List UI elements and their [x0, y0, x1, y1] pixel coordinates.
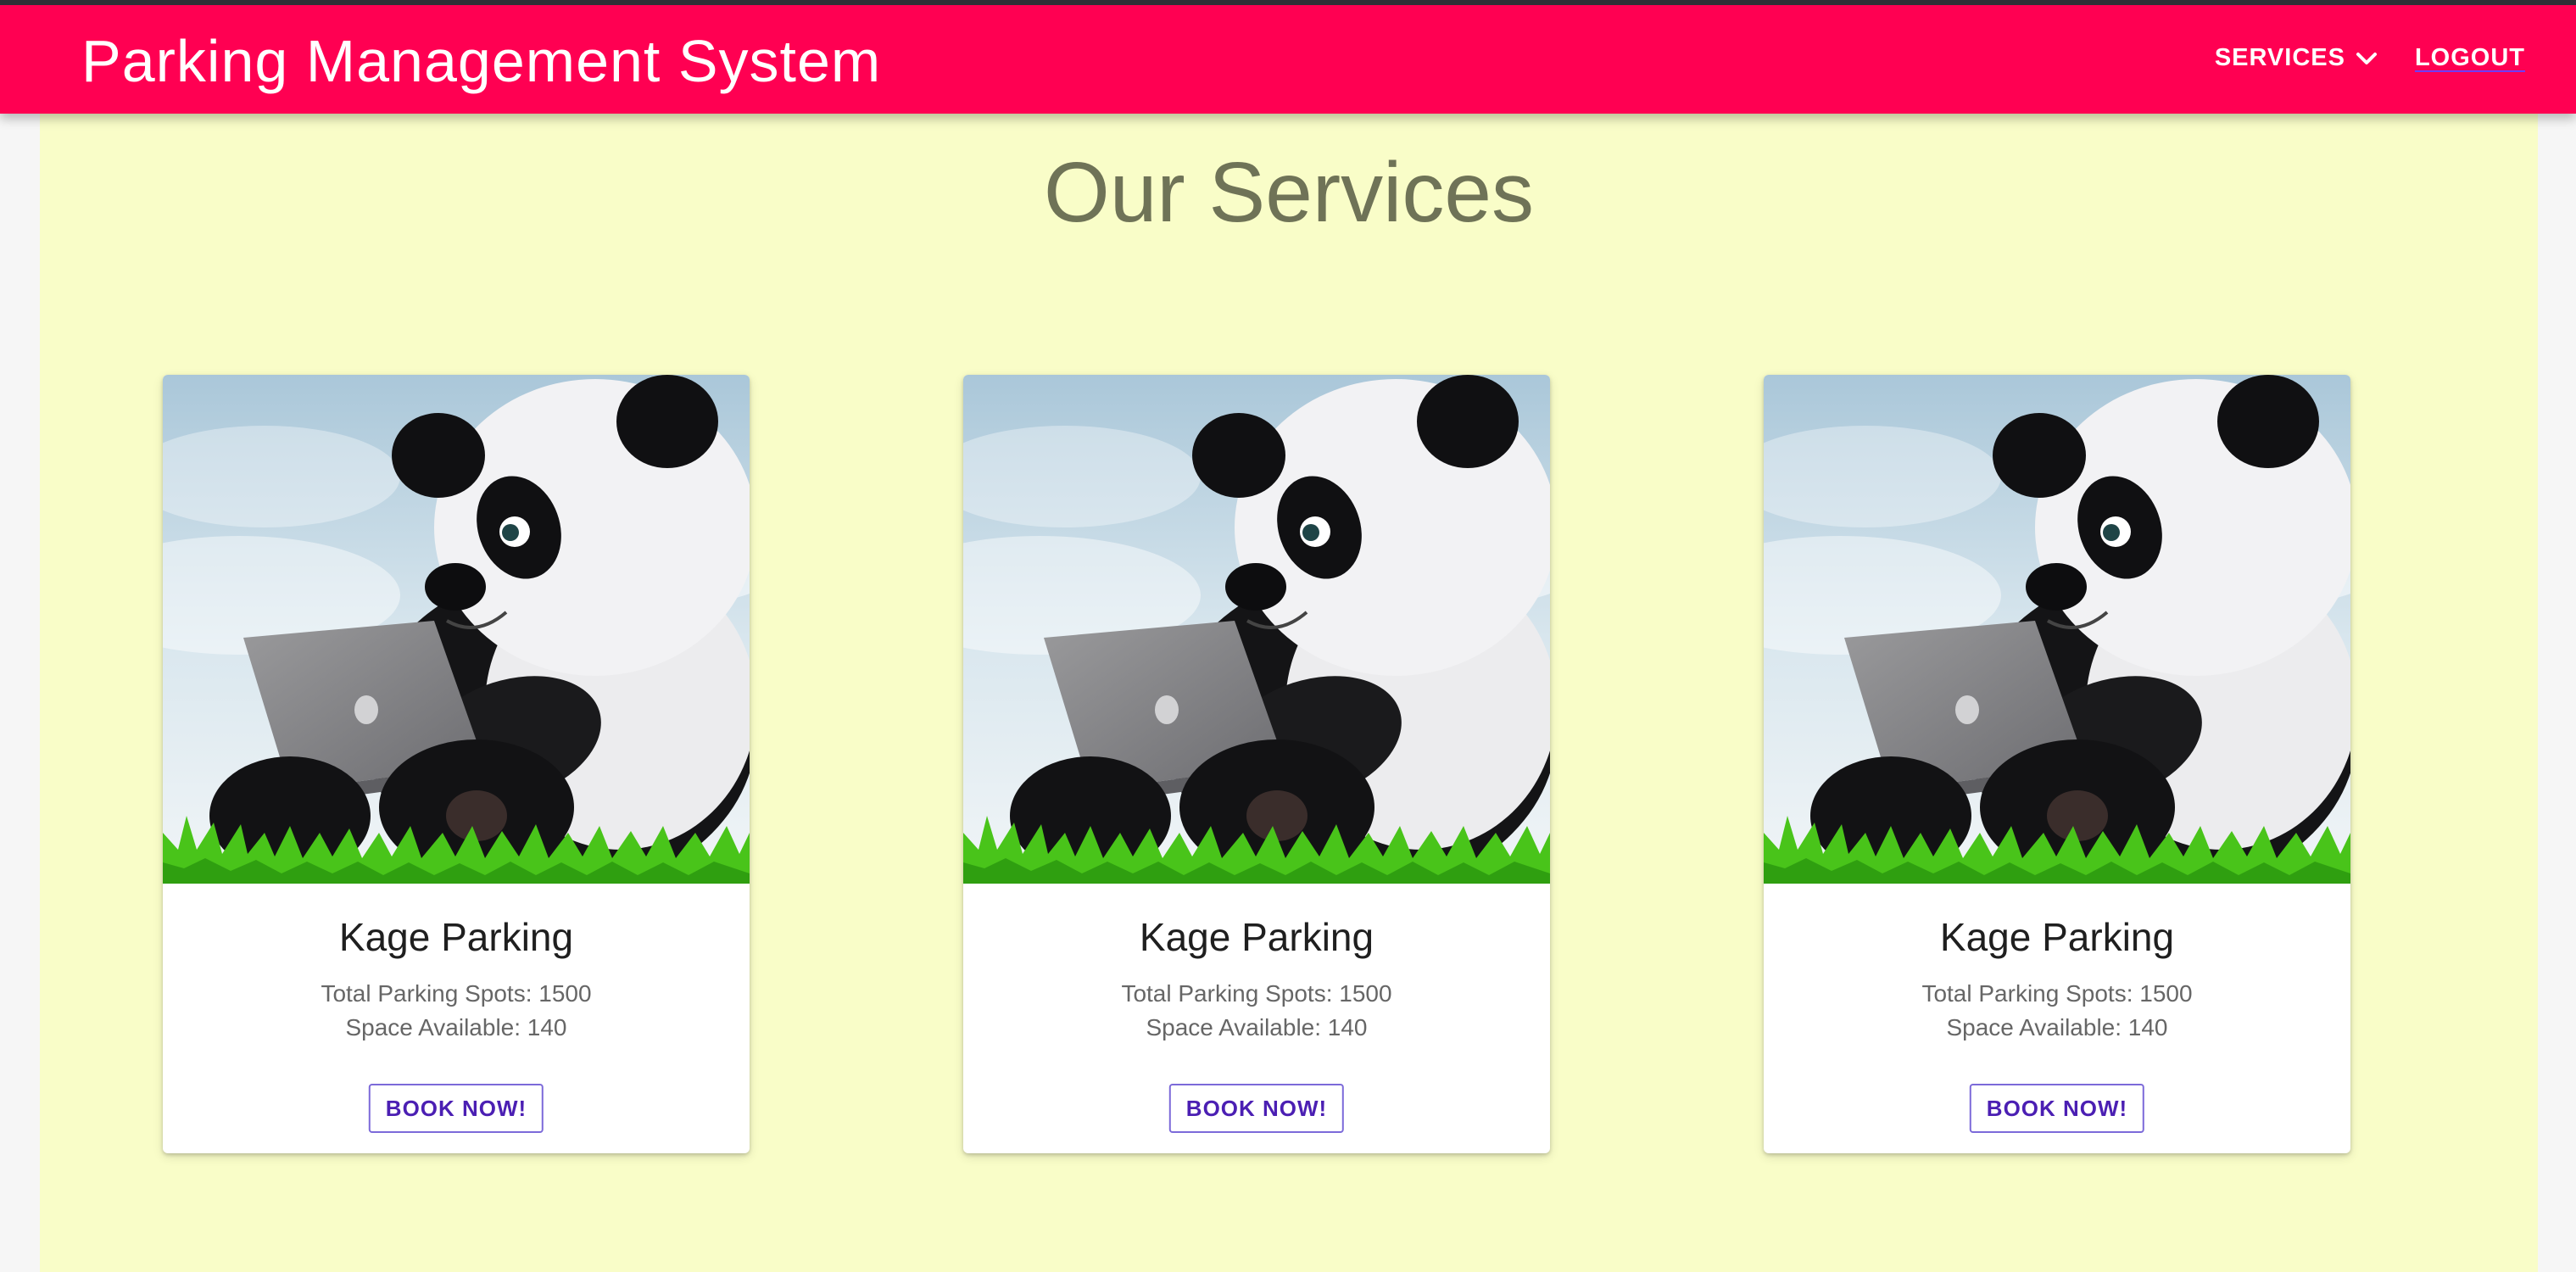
- book-now-button[interactable]: BOOK NOW!: [368, 1084, 544, 1133]
- book-now-button[interactable]: BOOK NOW!: [1969, 1084, 2145, 1133]
- card-title: Kage Parking: [1139, 915, 1374, 959]
- app-title: Parking Management System: [81, 28, 882, 94]
- space-available-text: Space Available: 140: [345, 1014, 567, 1040]
- space-available-text: Space Available: 140: [1146, 1014, 1368, 1040]
- total-spots-text: Total Parking Spots: 1500: [1121, 980, 1392, 1007]
- card-title: Kage Parking: [338, 915, 574, 959]
- panda-image: [963, 375, 1550, 884]
- services-section: Our Services Kage Parking Total Parking …: [40, 114, 2538, 1272]
- logout-link[interactable]: LOGOUT: [2415, 44, 2525, 72]
- panda-image: [163, 375, 750, 884]
- page-heading: Our Services: [1044, 145, 1534, 240]
- services-label: SERVICES: [2214, 44, 2345, 71]
- app-bar: Parking Management System SERVICES LOGOU…: [0, 0, 2576, 114]
- panda-image: [1764, 375, 2350, 884]
- chevron-down-icon: [2356, 51, 2378, 66]
- service-card: Kage Parking Total Parking Spots: 1500 S…: [963, 375, 1550, 1153]
- services-menu-button[interactable]: SERVICES: [2215, 44, 2378, 72]
- total-spots-text: Total Parking Spots: 1500: [1921, 980, 2193, 1007]
- service-card: Kage Parking Total Parking Spots: 1500 S…: [163, 375, 750, 1153]
- space-available-text: Space Available: 140: [1946, 1014, 2168, 1040]
- card-title: Kage Parking: [1939, 915, 2175, 959]
- service-card: Kage Parking Total Parking Spots: 1500 S…: [1764, 375, 2350, 1153]
- top-nav: SERVICES LOGOUT: [2215, 44, 2525, 72]
- total-spots-text: Total Parking Spots: 1500: [321, 980, 592, 1007]
- book-now-button[interactable]: BOOK NOW!: [1168, 1084, 1345, 1133]
